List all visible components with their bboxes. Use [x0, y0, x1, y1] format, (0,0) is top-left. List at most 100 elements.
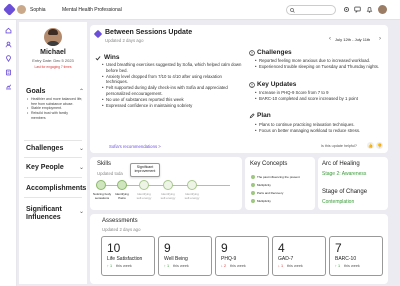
plan-pen-icon	[249, 113, 255, 119]
chat-icon[interactable]	[354, 6, 361, 13]
plan-item: Focus on better managing workload to red…	[255, 128, 385, 134]
skills-heading: Skills	[97, 161, 112, 167]
key-updates-heading: Key Updates	[257, 81, 297, 88]
assessment-period: this week	[116, 264, 132, 268]
divider	[24, 157, 82, 158]
challenges-info-icon	[249, 50, 255, 56]
bell-icon[interactable]	[366, 6, 373, 13]
update-subtitle: Updated 2 days ago	[105, 38, 144, 43]
challenges-section-toggle[interactable]: Challenges	[26, 145, 63, 152]
accomplishments-section-toggle[interactable]: Accomplishments	[26, 185, 86, 192]
concept-dot-icon	[251, 199, 255, 203]
skill-label: Identifying self-energy	[184, 192, 200, 200]
concept-dot-icon	[251, 175, 255, 179]
assessment-score: 7	[335, 241, 342, 255]
skill-node[interactable]	[163, 180, 173, 190]
nav-notes-icon[interactable]	[5, 69, 12, 76]
skill-node[interactable]	[117, 180, 127, 190]
chevron-down-icon[interactable]: ⌄	[79, 164, 84, 171]
date-next-icon[interactable]: ›	[379, 36, 381, 42]
concept-item: Parts and Recovery	[257, 191, 284, 195]
assessment-tile[interactable]: 7 BARC-10 ↑ 1 this week	[329, 236, 383, 276]
sofia-recommendations-link[interactable]: Sofia's recommendations >	[109, 144, 161, 149]
skill-label: Noticing body sensations	[92, 192, 112, 200]
header-user-role: Mental Health Professional	[62, 7, 122, 13]
challenges-list: Reported feeling more anxious due to inc…	[255, 58, 385, 70]
search-icon	[290, 8, 295, 13]
plan-list: Plans to continue practicing relaxation …	[255, 122, 385, 134]
thumbs-down-icon[interactable]: 👎	[376, 142, 383, 149]
divider	[24, 197, 82, 198]
helpful-question: Is this update helpful?	[321, 144, 357, 148]
assessment-score: 10	[107, 241, 121, 255]
win-item: Used breathing exercises suggested by So…	[102, 62, 244, 74]
wins-list: Used breathing exercises suggested by So…	[102, 62, 244, 108]
assessment-tile[interactable]: 9 Well Being ↑ 1 this week	[158, 236, 212, 276]
assessment-name: Life Satisfaction	[107, 256, 143, 262]
assessments-heading: Assessments	[102, 218, 138, 224]
client-avatar	[44, 28, 62, 46]
chevron-down-icon[interactable]: ⌄	[79, 208, 84, 215]
skill-node[interactable]	[139, 180, 149, 190]
assessment-period: this week	[344, 264, 360, 268]
assessment-delta: ↑ 1	[164, 264, 170, 268]
nav-home-icon[interactable]	[5, 27, 12, 34]
search-input[interactable]	[286, 5, 336, 15]
client-name: Michael	[40, 49, 66, 56]
assessment-delta: ↑ 1	[107, 264, 113, 268]
skill-node[interactable]	[187, 180, 197, 190]
concept-item: The past influencing the present	[257, 175, 300, 179]
win-item: Felt supported during daily check-ins wi…	[102, 85, 244, 97]
goal-item: Healthier and more balanced life, free f…	[27, 97, 83, 106]
concept-dot-icon	[251, 183, 255, 187]
assessment-score: 9	[221, 241, 228, 255]
challenge-item: Experienced trouble sleeping on Tuesday …	[255, 64, 385, 70]
goals-list: Healthier and more balanced life, free f…	[27, 97, 83, 121]
wins-check-icon	[95, 55, 101, 61]
assessment-delta: ↓ 1	[278, 264, 284, 268]
significant-influences-section-toggle[interactable]: Significant Influences	[26, 206, 74, 223]
win-item: Anxiety level dropped from 7/10 to 4/10 …	[102, 74, 244, 86]
arc-heading: Arc of Healing	[322, 161, 360, 167]
nav-pin-icon[interactable]	[5, 55, 12, 62]
key-people-section-toggle[interactable]: Key People	[26, 164, 64, 171]
assessment-tile[interactable]: 10 Life Satisfaction ↑ 1 this week	[101, 236, 155, 276]
concept-dot-icon	[251, 191, 255, 195]
skill-label: Identifying Pains	[115, 192, 129, 200]
settings-icon[interactable]	[343, 6, 350, 13]
wins-heading: Wins	[104, 54, 120, 61]
header-avatar[interactable]	[17, 5, 26, 14]
concept-item: Multiplicity	[257, 199, 271, 203]
assessment-name: BARC-10	[335, 256, 357, 262]
top-bar	[0, 0, 400, 20]
header-profile-avatar[interactable]	[378, 5, 387, 14]
divider	[24, 177, 82, 178]
nav-clients-icon[interactable]	[5, 41, 12, 48]
challenges-heading: Challenges	[257, 49, 292, 56]
date-prev-icon[interactable]: ‹	[329, 36, 331, 42]
chevron-down-icon[interactable]: ⌄	[79, 185, 84, 192]
assessment-tile[interactable]: 4 GAD-7 ↓ 1 this week	[272, 236, 326, 276]
date-range: July 12th - July 11th	[335, 37, 371, 42]
assessments-subtitle: Updated 2 days ago	[102, 227, 141, 232]
thumbs-up-icon[interactable]: 👍	[367, 142, 374, 149]
concept-item: Multiplicity	[257, 183, 271, 187]
goals-heading: Goals	[26, 88, 46, 95]
nav-chart-icon[interactable]	[5, 83, 12, 90]
assessment-period: this week	[173, 264, 189, 268]
skill-label: Identifying self-energy	[136, 192, 152, 200]
assessment-tile[interactable]: 9 PHQ-9 ↓ 2 this week	[215, 236, 269, 276]
assessment-name: PHQ-9	[221, 256, 237, 262]
client-entry-date: Entry Date: Dec 5 2023	[32, 58, 74, 63]
skill-node[interactable]	[96, 180, 106, 190]
assessment-score: 4	[278, 241, 285, 255]
assessment-delta: ↓ 2	[221, 264, 227, 268]
key-updates-icon	[249, 82, 255, 88]
stage-of-change-value: Contemplation	[322, 199, 355, 205]
assessment-period: this week	[287, 264, 303, 268]
chevron-down-icon[interactable]: ⌄	[79, 145, 84, 152]
assessment-name: Well Being	[164, 256, 188, 262]
plan-heading: Plan	[257, 112, 271, 119]
header-user-name: Sophia	[30, 7, 46, 13]
goals-collapse-icon[interactable]: ⌃	[79, 88, 84, 95]
